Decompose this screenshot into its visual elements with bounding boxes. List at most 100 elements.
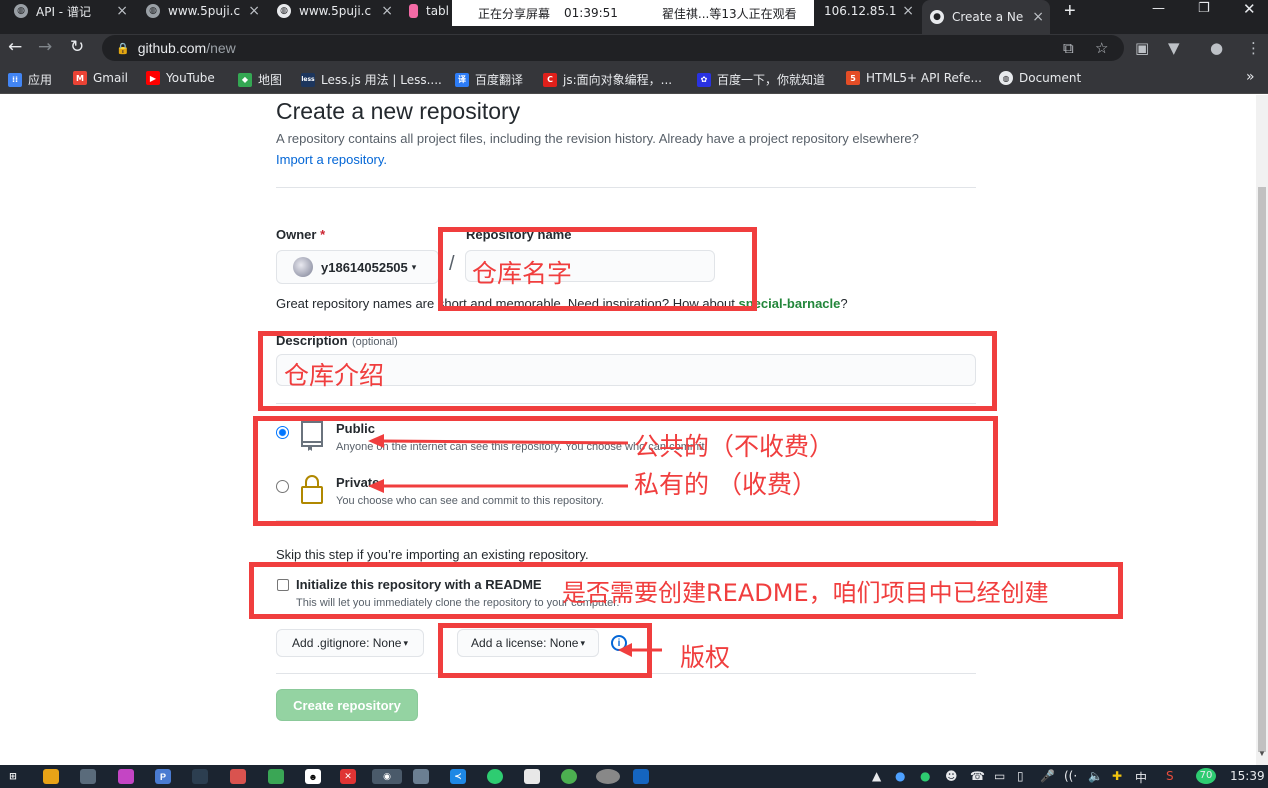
- bookmark-youtube[interactable]: ▶ YouTube: [146, 71, 215, 85]
- windows-start-icon[interactable]: ⊞: [5, 769, 21, 784]
- app-icon[interactable]: [524, 769, 540, 784]
- chrome-icon[interactable]: ◉: [372, 769, 402, 784]
- app-x-icon[interactable]: ✕: [340, 769, 356, 784]
- profile-icon[interactable]: ●: [1210, 39, 1223, 57]
- close-tab-icon[interactable]: ×: [1032, 9, 1044, 25]
- bookmark-js-oop[interactable]: C js:面向对象编程，...: [543, 71, 672, 88]
- translate-icon[interactable]: ⧉: [1063, 39, 1074, 57]
- tray-app-icon[interactable]: ☎: [970, 769, 985, 783]
- c-logo-icon: C: [543, 72, 557, 87]
- browser-tab[interactable]: ◍ API - 谱记 ×: [14, 0, 128, 22]
- bookmark-less[interactable]: less Less.js 用法 | Less....: [301, 71, 442, 88]
- github-icon: ●: [930, 10, 944, 24]
- gitignore-select[interactable]: Add .gitignore: None ▾: [276, 629, 424, 657]
- browser-tab[interactable]: ◍ www.5puji.c ×: [146, 0, 260, 22]
- translate-app-icon: 译: [455, 72, 469, 87]
- bookmarks-bar: ⁞⁞ 应用 M Gmail ▶ YouTube ◆ 地图 less Less.j…: [0, 64, 1268, 94]
- create-repository-button[interactable]: Create repository: [276, 689, 418, 721]
- app-icon[interactable]: [268, 769, 284, 784]
- restore-icon[interactable]: ❐: [1198, 1, 1210, 16]
- annotation-arrow-license: [618, 643, 662, 657]
- minimize-icon[interactable]: —: [1152, 1, 1165, 16]
- microphone-icon[interactable]: 🎤: [1040, 769, 1055, 783]
- gmail-icon: M: [73, 71, 87, 85]
- tray-app-icon[interactable]: ●: [895, 769, 905, 783]
- owner-label: Owner *: [276, 227, 326, 242]
- apps-grid-icon: ⁞⁞: [8, 72, 22, 87]
- tray-app-icon[interactable]: ▯: [1017, 769, 1024, 783]
- qq-tray-icon[interactable]: ☻: [945, 769, 958, 783]
- tray-app-icon[interactable]: ▭: [994, 769, 1005, 783]
- globe-icon: ◍: [277, 4, 291, 18]
- browser-tab[interactable]: 106.12.85.1 ×: [824, 0, 914, 22]
- close-window-icon[interactable]: ✕: [1243, 0, 1256, 18]
- forward-arrow-icon[interactable]: →: [38, 37, 52, 57]
- bookmark-baidu-translate[interactable]: 译 百度翻译: [455, 71, 523, 88]
- extension-icon[interactable]: ▣: [1135, 39, 1149, 57]
- html5-icon: 5: [846, 71, 860, 85]
- scroll-down-icon[interactable]: ▼: [1258, 749, 1266, 758]
- extension-v-icon[interactable]: ▼: [1168, 39, 1180, 57]
- app-icon[interactable]: [80, 769, 96, 784]
- app-p-icon[interactable]: P: [155, 769, 171, 784]
- close-tab-icon[interactable]: ×: [381, 3, 393, 19]
- close-tab-icon[interactable]: ×: [902, 3, 914, 19]
- bookmark-gmail[interactable]: M Gmail: [73, 71, 128, 85]
- close-tab-icon[interactable]: ×: [248, 3, 260, 19]
- app-icon[interactable]: [487, 769, 503, 784]
- app-icon[interactable]: [561, 769, 577, 784]
- app-icon[interactable]: [633, 769, 649, 784]
- browser-tab[interactable]: tabl: [409, 0, 449, 22]
- clock[interactable]: 15:39: [1230, 769, 1265, 783]
- avatar: [293, 257, 313, 277]
- tray-app-icon[interactable]: ●: [920, 769, 930, 783]
- app-icon[interactable]: [413, 769, 429, 784]
- owner-dropdown[interactable]: y18614052505 ▾: [276, 250, 439, 284]
- ime-indicator[interactable]: 中: [1135, 769, 1147, 786]
- browser-tab[interactable]: ◍ www.5puji.c ×: [277, 0, 393, 22]
- bookmark-apps[interactable]: ⁞⁞ 应用: [8, 71, 52, 88]
- sogou-icon[interactable]: S: [1166, 769, 1174, 783]
- divider: [276, 187, 976, 188]
- import-repository-link[interactable]: Import a repository.: [276, 152, 387, 167]
- volume-icon[interactable]: 🔈: [1088, 769, 1103, 783]
- app-icon[interactable]: [192, 769, 208, 784]
- wifi-icon[interactable]: ((·: [1064, 769, 1077, 783]
- page-scrollbar[interactable]: ▼: [1256, 95, 1268, 765]
- reload-icon[interactable]: ↻: [70, 37, 84, 57]
- notification-icon[interactable]: ▲: [872, 769, 881, 783]
- app-icon[interactable]: [118, 769, 134, 784]
- back-arrow-icon[interactable]: ←: [8, 37, 22, 57]
- browser-tab-active[interactable]: ● Create a Ne ×: [922, 0, 1050, 34]
- new-tab-plus-icon[interactable]: +: [1064, 0, 1076, 23]
- scroll-thumb[interactable]: [1258, 187, 1266, 752]
- github-new-repo-page: Create a new repository A repository con…: [0, 95, 1256, 765]
- tray-app-icon[interactable]: ✚: [1112, 769, 1122, 783]
- address-bar[interactable]: 🔒 github.com/new: [102, 35, 1124, 61]
- qq-icon[interactable]: ☻: [305, 769, 321, 784]
- app-icon: [409, 4, 418, 18]
- vscode-icon[interactable]: ≺: [450, 769, 466, 784]
- close-tab-icon[interactable]: ×: [116, 3, 128, 19]
- badge-count[interactable]: 70: [1196, 768, 1216, 784]
- annotation-readme: 是否需要创建README，咱们项目中已经创建: [562, 579, 1049, 607]
- annotation-private: 私有的 （收费）: [634, 470, 817, 499]
- globe-icon: ◍: [146, 4, 160, 18]
- maps-icon: ◆: [238, 72, 252, 87]
- app-icon[interactable]: [596, 769, 620, 784]
- bookmarks-overflow-icon[interactable]: »: [1246, 69, 1255, 85]
- youtube-icon: ▶: [146, 71, 160, 85]
- bookmark-html5-api[interactable]: 5 HTML5+ API Refe...: [846, 71, 982, 85]
- app-icon[interactable]: [230, 769, 246, 784]
- bookmark-baidu[interactable]: ✿ 百度一下，你就知道: [697, 71, 825, 88]
- lock-icon: 🔒: [116, 42, 130, 55]
- caret-down-icon: ▾: [411, 261, 417, 272]
- file-explorer-icon[interactable]: [43, 769, 59, 784]
- menu-dots-icon[interactable]: ⋮: [1246, 39, 1261, 57]
- bookmark-document[interactable]: ◍ Document: [999, 71, 1081, 85]
- bookmark-star-icon[interactable]: ☆: [1095, 39, 1108, 57]
- bookmark-maps[interactable]: ◆ 地图: [238, 71, 282, 88]
- intro-text: A repository contains all project files,…: [276, 131, 919, 146]
- less-icon: less: [301, 72, 315, 87]
- annotation-license: 版权: [680, 643, 731, 672]
